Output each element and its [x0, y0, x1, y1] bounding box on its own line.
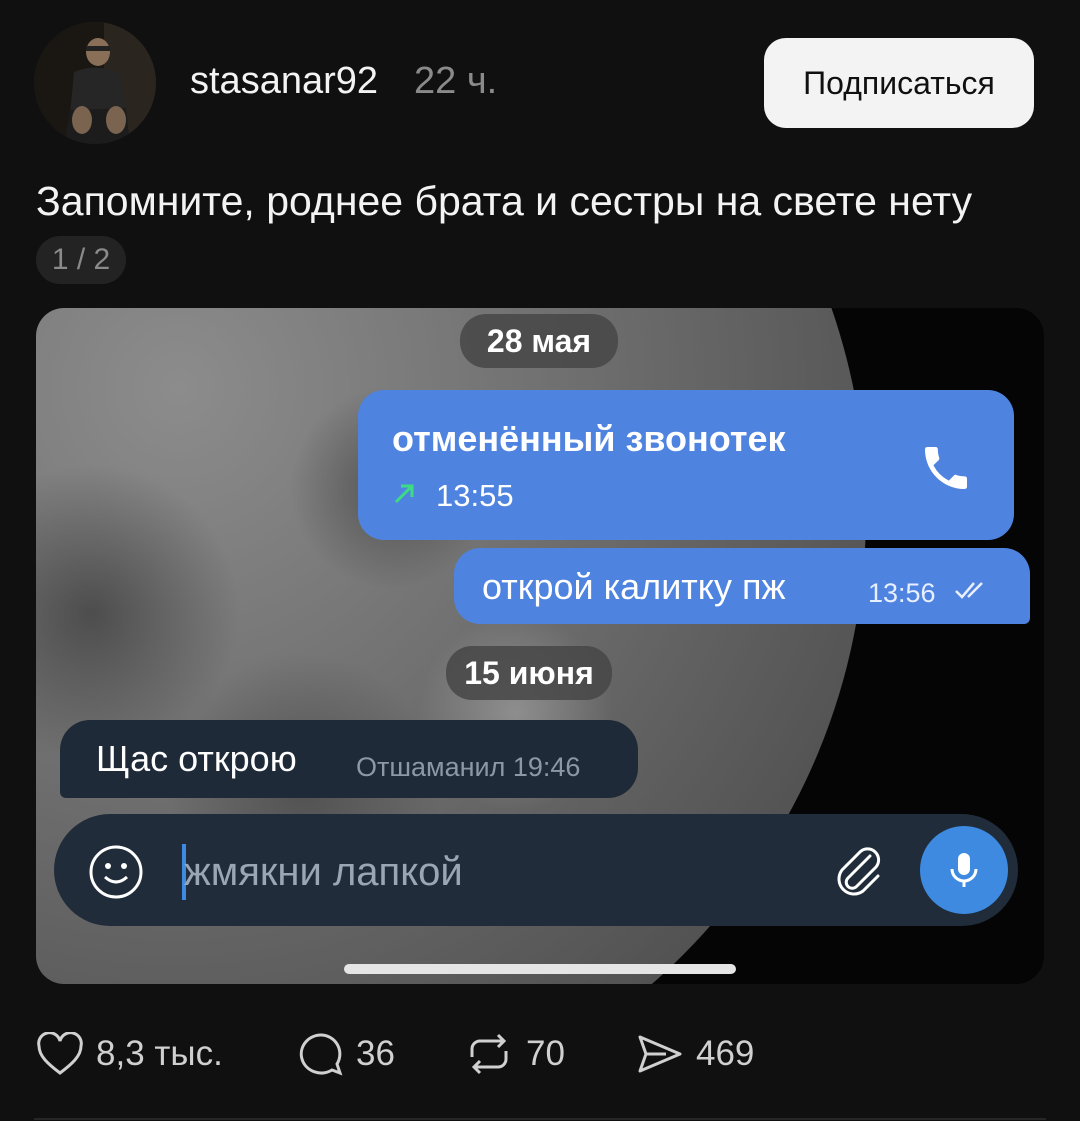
- message-input[interactable]: жмякни лапкой: [184, 850, 463, 895]
- date-separator: 28 мая: [460, 314, 618, 368]
- comment-button[interactable]: 36: [296, 1030, 395, 1078]
- share-icon: [638, 1035, 682, 1073]
- read-checks-icon: [954, 578, 990, 607]
- outgoing-call-arrow-icon: [392, 478, 418, 514]
- divider: [34, 1118, 1046, 1120]
- comments-count: 36: [356, 1034, 395, 1073]
- post-image[interactable]: 28 мая отменённый звонотек 13:55 открой …: [36, 308, 1044, 984]
- home-indicator: [344, 964, 736, 974]
- post-caption: Запомните, роднее брата и сестры на свет…: [36, 178, 973, 224]
- message-composer: жмякни лапкой: [54, 814, 1018, 926]
- incoming-message-text: Щас открою: [96, 738, 297, 779]
- call-title: отменённый звонотек: [392, 418, 786, 459]
- username[interactable]: stasanar92: [190, 60, 378, 103]
- microphone-button[interactable]: [920, 826, 1008, 914]
- attach-icon[interactable]: [830, 842, 886, 903]
- shares-count: 469: [696, 1034, 755, 1073]
- avatar-photo: [34, 22, 156, 144]
- likes-count: 8,3 тыс.: [96, 1034, 223, 1073]
- outgoing-message: открой калитку пж 13:56: [454, 548, 1030, 624]
- microphone-icon: [950, 853, 978, 887]
- repost-icon: [470, 1033, 508, 1075]
- like-button[interactable]: 8,3 тыс.: [36, 1030, 223, 1078]
- date-separator: 15 июня: [446, 646, 612, 700]
- reposts-count: 70: [526, 1034, 565, 1073]
- incoming-message-meta: Отшаманил 19:46: [356, 752, 581, 782]
- follow-button[interactable]: Подписаться: [764, 38, 1034, 128]
- avatar[interactable]: [34, 22, 156, 144]
- phone-icon: [918, 440, 974, 501]
- media-counter: 1 / 2: [36, 236, 126, 284]
- emoji-icon[interactable]: [88, 844, 144, 905]
- call-bubble: отменённый звонотек 13:55: [358, 390, 1014, 540]
- comment-icon: [299, 1033, 343, 1076]
- incoming-message: Щас открою Отшаманил 19:46: [60, 720, 638, 798]
- call-time: 13:55: [436, 478, 514, 513]
- share-button[interactable]: 469: [636, 1030, 754, 1078]
- outgoing-message-text: открой калитку пж: [482, 566, 786, 607]
- repost-button[interactable]: 70: [464, 1030, 565, 1078]
- post-time: 22 ч.: [414, 60, 498, 102]
- heart-icon: [37, 1032, 83, 1075]
- date-label: 28 мая: [486, 322, 592, 359]
- outgoing-message-time: 13:56: [868, 578, 936, 608]
- date-label: 15 июня: [464, 654, 594, 691]
